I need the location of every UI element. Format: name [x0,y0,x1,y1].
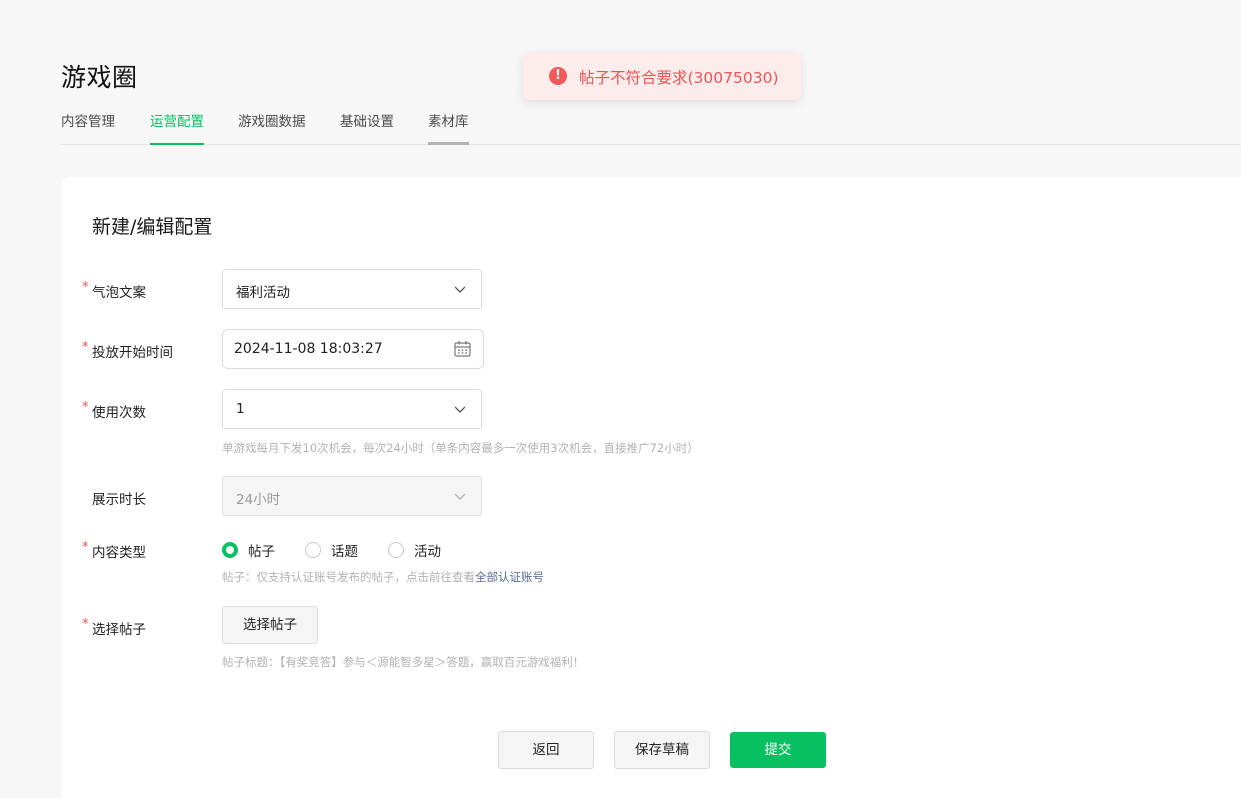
required-mark: * [82,280,89,295]
select-post-label: * 选择帖子 [82,617,146,638]
error-icon: ! [549,67,567,85]
content-type-label: * 内容类型 [82,540,146,561]
form-title: 新建/编辑配置 [92,216,213,238]
toast-message: 帖子不符合要求(30075030) [579,69,779,87]
config-form-card: 新建/编辑配置 * 气泡文案 福利活动 * 投放开始时间 2024-11-08 … [62,177,1241,798]
start-time-picker[interactable]: 2024-11-08 18:03:27 [222,329,484,369]
start-time-value: 2024-11-08 18:03:27 [234,341,383,357]
page-title: 游戏圈 [61,63,138,92]
radio-unchecked-icon [388,542,404,558]
select-post-button[interactable]: 选择帖子 [222,606,318,644]
save-draft-button[interactable]: 保存草稿 [614,731,710,769]
bubble-text-label: * 气泡文案 [82,280,146,301]
selected-post-hint: 帖子标题：【有奖竞答】参与＜源能智多星＞答题，赢取百元游戏福利！ [222,655,585,669]
radio-activity[interactable]: 活动 [388,540,441,560]
use-count-hint: 单游戏每月下发10次机会，每次24小时（单条内容最多一次使用3次机会，直接推广7… [222,441,699,455]
tab-operation-config[interactable]: 运营配置 [150,112,204,145]
error-toast: ! 帖子不符合要求(30075030) [523,52,801,100]
chevron-down-icon [455,286,465,293]
bubble-text-select[interactable]: 福利活动 [222,269,482,309]
radio-topic[interactable]: 话题 [305,540,358,560]
tab-bar: 内容管理 运营配置 游戏圈数据 基础设置 素材库 [61,112,1241,145]
tab-material-library[interactable]: 素材库 [428,112,469,145]
tab-game-circle-data[interactable]: 游戏圈数据 [238,112,306,145]
use-count-select[interactable]: 1 [222,389,482,429]
page: 游戏圈 内容管理 运营配置 游戏圈数据 基础设置 素材库 ! 帖子不符合要求(3… [0,0,1241,798]
use-count-value: 1 [236,401,245,417]
required-mark: * [82,540,89,555]
tab-content-management[interactable]: 内容管理 [61,112,115,145]
verified-accounts-link[interactable]: 全部认证账号 [475,570,544,584]
display-duration-value: 24小时 [236,492,281,508]
required-mark: * [82,617,89,632]
radio-post[interactable]: 帖子 [222,540,275,560]
tab-basic-settings[interactable]: 基础设置 [340,112,394,145]
chevron-down-icon [455,406,465,413]
calendar-icon[interactable] [454,340,471,358]
submit-button[interactable]: 提交 [730,732,826,768]
radio-checked-icon [222,542,238,558]
display-duration-select: 24小时 [222,476,482,516]
required-mark: * [82,340,89,355]
radio-unchecked-icon [305,542,321,558]
start-time-label: * 投放开始时间 [82,340,173,361]
chevron-down-icon [455,493,465,500]
use-count-label: * 使用次数 [82,400,146,421]
required-mark: * [82,400,89,415]
bubble-text-value: 福利活动 [236,285,290,301]
display-duration-label: 展示时长 [92,492,146,508]
content-type-hint: 帖子：仅支持认证账号发布的帖子，点击前往查看全部认证账号 [222,570,544,584]
back-button[interactable]: 返回 [498,731,594,769]
